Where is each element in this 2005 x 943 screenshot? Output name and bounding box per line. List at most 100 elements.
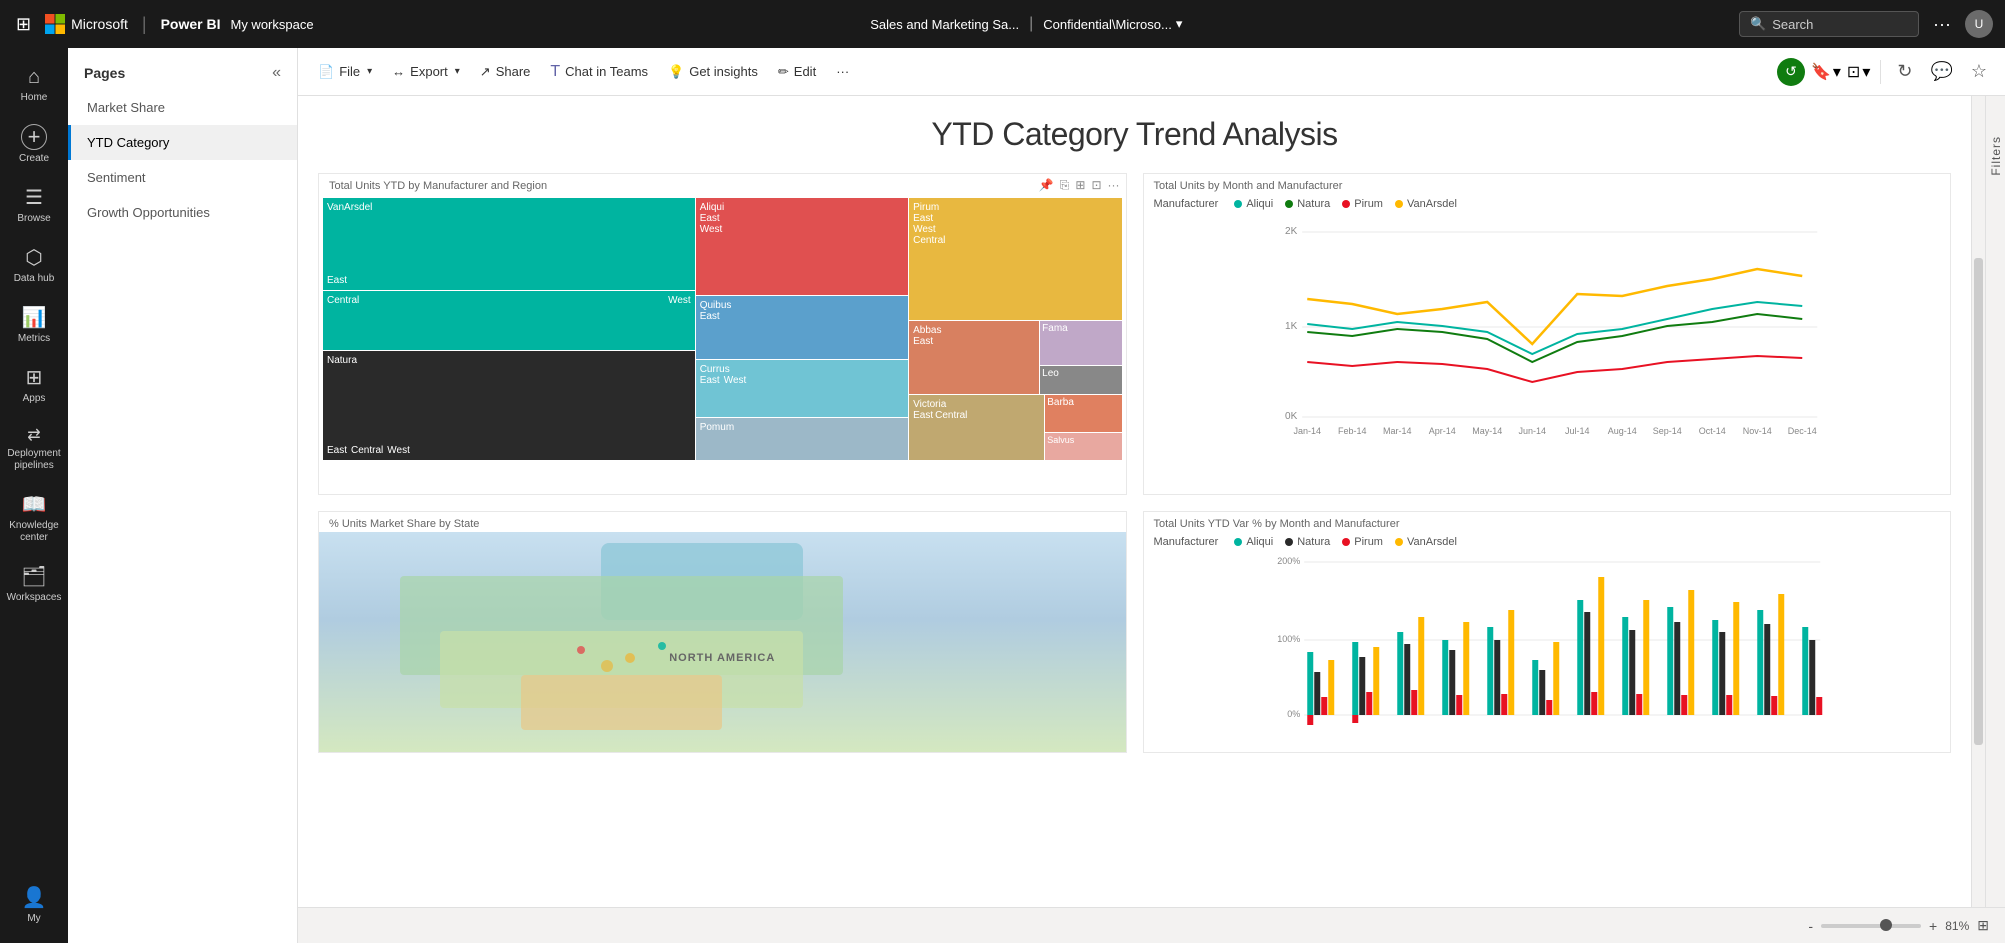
teams-icon: T <box>550 63 560 81</box>
export-button[interactable]: ↔ Export <box>384 59 468 84</box>
toolbar-more-button[interactable]: ··· <box>828 59 857 84</box>
workspace-label[interactable]: My workspace <box>230 17 313 32</box>
more-visual-icon[interactable]: ··· <box>1108 178 1120 193</box>
map-container[interactable]: NORTH AMERICA <box>319 532 1126 752</box>
tm-cell-aliqui[interactable]: Aliqui East West <box>696 198 908 295</box>
tm-cell-pomum[interactable]: Pomum <box>696 418 908 460</box>
nav-item-my[interactable]: 👤 My <box>0 875 68 935</box>
confidential-label[interactable]: Confidential\Microso... ▾ <box>1043 16 1182 32</box>
fit-page-icon[interactable]: ⊞ <box>1977 917 1989 934</box>
filters-label[interactable]: Filters <box>1989 136 2003 176</box>
tm-cell-abbas[interactable]: AbbasEast <box>909 321 1039 394</box>
comment-button[interactable]: 💬 <box>1924 57 1958 86</box>
bookmark-area[interactable]: 🔖 ▾ <box>1811 62 1841 82</box>
svg-text:Sep-14: Sep-14 <box>1652 426 1681 436</box>
nav-item-workspaces[interactable]: 🗂 Workspaces <box>0 554 68 614</box>
barchart-visual: Total Units YTD Var % by Month and Manuf… <box>1143 511 1952 753</box>
nav-item-apps[interactable]: ⊞ Apps <box>0 355 68 415</box>
main-layout: ⌂ Home + Create ☰ Browse ⬡ Data hub 📊 Me… <box>0 48 2005 943</box>
nav-label-my: My <box>23 913 44 925</box>
tm-right-stack: Barba Salvus <box>1045 395 1121 460</box>
topbar-center: Sales and Marketing Sa... | Confidential… <box>324 15 1729 33</box>
favorite-button[interactable]: ☆ <box>1965 57 1993 86</box>
page-item-growth[interactable]: Growth Opportunities <box>68 195 297 230</box>
edit-button[interactable]: ✏ Edit <box>770 59 824 85</box>
view-chevron: ▾ <box>1862 62 1870 82</box>
pages-title: Pages <box>84 65 125 81</box>
bar-legend-aliqui: Aliqui <box>1234 536 1273 548</box>
home-icon: ⌂ <box>28 66 40 89</box>
zoom-plus-button[interactable]: + <box>1929 918 1937 934</box>
nav-label-apps: Apps <box>19 393 50 405</box>
pin-icon[interactable]: 📌 <box>1039 178 1054 193</box>
svg-text:100%: 100% <box>1277 634 1300 644</box>
tm-cell-victoria[interactable]: Victoria EastCentral <box>909 395 1044 460</box>
nav-label-browse: Browse <box>13 213 54 225</box>
nav-item-metrics[interactable]: 📊 Metrics <box>0 295 68 355</box>
collapse-pages-button[interactable]: « <box>272 64 281 82</box>
tm-vanarsdel-col: VanArsdel East Central West <box>323 198 695 460</box>
zoom-slider-thumb[interactable] <box>1880 919 1892 931</box>
nav-item-create[interactable]: + Create <box>0 114 68 175</box>
nav-item-datahub[interactable]: ⬡ Data hub <box>0 235 68 295</box>
report-area: YTD Category Trend Analysis Total Units … <box>298 96 2005 907</box>
bar-legend-mfr-label: Manufacturer <box>1154 536 1219 548</box>
nav-label-metrics: Metrics <box>14 333 54 345</box>
page-item-sentiment[interactable]: Sentiment <box>68 160 297 195</box>
topbar-right: 🔍 Search ··· U <box>1739 10 1993 39</box>
tm-cell-fama[interactable]: Fama <box>1040 321 1121 365</box>
tm-cell-salvus[interactable]: Salvus <box>1045 433 1121 460</box>
chart-legend-line: Manufacturer Aliqui Natura Pirum VanArsd… <box>1154 198 1941 210</box>
refresh-page-button[interactable]: ↻ <box>1891 57 1918 86</box>
tm-cell-vanarsdel-east[interactable]: VanArsdel East <box>323 198 695 290</box>
tm-cell-currus[interactable]: Currus EastWest <box>696 360 908 416</box>
nav-label-deployment: Deployment pipelines <box>0 448 68 472</box>
page-item-market-share[interactable]: Market Share <box>68 90 297 125</box>
scrollbar-thumb[interactable] <box>1974 258 1983 745</box>
map-north-america-label: NORTH AMERICA <box>669 652 775 664</box>
zoom-slider-track[interactable] <box>1821 924 1921 928</box>
svg-text:Nov-14: Nov-14 <box>1742 426 1771 436</box>
tm-cell-vanarsdel-central-west[interactable]: Central West <box>323 291 695 350</box>
view-area[interactable]: ⊡ ▾ <box>1847 62 1870 82</box>
svg-text:May-14: May-14 <box>1472 426 1502 436</box>
knowledge-icon: 📖 <box>22 492 47 517</box>
refresh-button[interactable]: ↺ <box>1777 58 1805 86</box>
bookmark-chevron: ▾ <box>1833 62 1841 82</box>
zoom-minus-button[interactable]: - <box>1808 918 1813 934</box>
pages-panel: Pages « Market Share YTD Category Sentim… <box>68 48 298 943</box>
nav-label-knowledge: Knowledge center <box>0 520 68 544</box>
map-dot-4 <box>601 660 613 672</box>
nav-label-create: Create <box>15 153 53 165</box>
search-box[interactable]: 🔍 Search <box>1739 11 1919 37</box>
expand-icon[interactable]: ⊡ <box>1091 178 1101 193</box>
report-scrollbar[interactable] <box>1971 96 1985 907</box>
get-insights-button[interactable]: 💡 Get insights <box>660 59 766 85</box>
svg-text:Feb-14: Feb-14 <box>1337 426 1366 436</box>
file-button[interactable]: 📄 File <box>310 59 380 85</box>
tm-cell-barba[interactable]: Barba <box>1045 395 1121 432</box>
topbar-more-icon[interactable]: ··· <box>1929 10 1955 39</box>
search-icon: 🔍 <box>1750 16 1766 32</box>
tm-cell-natura[interactable]: Natura EastCentralWest <box>323 351 695 460</box>
tm-cell-quibus[interactable]: Quibus East <box>696 296 908 359</box>
nav-item-deployment[interactable]: ⇄ Deployment pipelines <box>0 415 68 482</box>
barchart-title: Total Units YTD Var % by Month and Manuf… <box>1144 512 1951 532</box>
filter-icon[interactable]: ⊞ <box>1075 178 1085 193</box>
chat-in-teams-button[interactable]: T Chat in Teams <box>542 58 656 86</box>
tm-cell-pirum[interactable]: Pirum East West Central <box>909 198 1121 320</box>
tm-cell-leo[interactable]: Leo <box>1040 366 1121 394</box>
user-avatar[interactable]: U <box>1965 10 1993 38</box>
grid-icon[interactable]: ⊞ <box>12 10 35 39</box>
nav-item-knowledge[interactable]: 📖 Knowledge center <box>0 482 68 554</box>
svg-text:1K: 1K <box>1285 321 1298 332</box>
edit-icon: ✏ <box>778 64 789 80</box>
treemap-container[interactable]: VanArsdel East Central West <box>319 194 1126 494</box>
copy-icon[interactable]: ⎘ <box>1060 178 1070 193</box>
toolbar-right: ↺ 🔖 ▾ ⊡ ▾ ↻ 💬 ☆ <box>1777 57 1993 86</box>
nav-item-browse[interactable]: ☰ Browse <box>0 175 68 235</box>
my-icon: 👤 <box>22 885 47 910</box>
page-item-ytd-category[interactable]: YTD Category <box>68 125 297 160</box>
nav-item-home[interactable]: ⌂ Home <box>0 56 68 114</box>
share-button[interactable]: ↗ Share <box>472 59 539 85</box>
